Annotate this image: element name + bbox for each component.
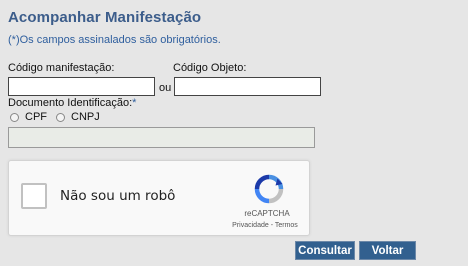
cnpj-radio[interactable] — [56, 112, 65, 122]
codigo-objeto-input[interactable] — [174, 77, 321, 96]
documento-label-text: Documento Identificação: — [8, 97, 133, 109]
cpf-radio-label[interactable]: CPF — [25, 111, 47, 123]
terms-link[interactable]: Termos — [275, 222, 298, 229]
recaptcha-widget: Não sou um robô reCAPTCHA Privacidade - … — [8, 160, 310, 236]
or-separator: ou — [159, 82, 172, 94]
documento-type-radio-group: CPF CNPJ — [10, 111, 109, 123]
cnpj-radio-label[interactable]: CNPJ — [71, 111, 100, 123]
page-title: Acompanhar Manifestação — [8, 9, 202, 26]
recaptcha-logo-icon — [254, 174, 284, 204]
privacy-link[interactable]: Privacidade — [232, 222, 269, 229]
cpf-radio[interactable] — [10, 112, 19, 122]
codigo-manifestacao-label: Código manifestação: — [8, 62, 115, 74]
documento-identificacao-input — [8, 127, 315, 148]
recaptcha-links: Privacidade - Termos — [215, 222, 315, 229]
consultar-button[interactable]: Consultar — [295, 241, 355, 260]
recaptcha-checkbox[interactable] — [21, 183, 47, 209]
required-marker: * — [132, 97, 137, 109]
recaptcha-brand-text: reCAPTCHA — [244, 209, 290, 218]
codigo-objeto-label: Código Objeto: — [173, 62, 247, 74]
documento-identificacao-label: Documento Identificação:* — [8, 97, 136, 109]
recaptcha-checkbox-label: Não sou um robô — [60, 188, 176, 204]
required-fields-note: (*)Os campos assinalados são obrigatório… — [8, 34, 221, 46]
voltar-button[interactable]: Voltar — [359, 241, 416, 260]
codigo-manifestacao-input[interactable] — [8, 77, 155, 96]
